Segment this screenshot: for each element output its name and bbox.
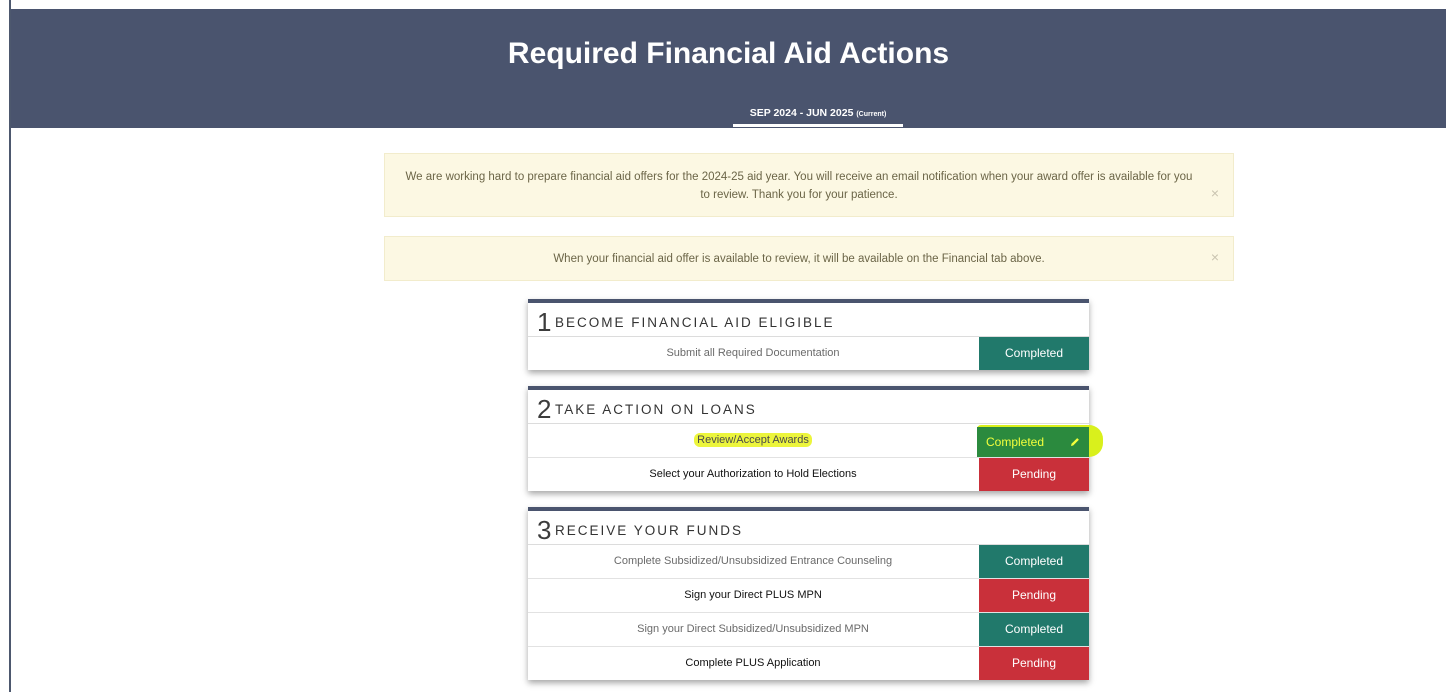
tab-aid-year-suffix: (Current) [856,111,887,118]
status-badge-completed[interactable]: Completed [977,427,1089,457]
status-highlight: Completed [977,425,1103,457]
alert-offers-preparing: We are working hard to prepare financial… [384,153,1234,217]
status-badge-pending[interactable]: Pending [979,647,1089,680]
action-row: Complete Subsidized/Unsubsidized Entranc… [528,545,1089,579]
action-row: Complete PLUS Application Pending [528,647,1089,680]
tab-aid-year-label: SEP 2024 - JUN 2025 [749,107,854,119]
action-label[interactable]: Review/Accept Awards [528,424,978,457]
alert-financial-tab: When your financial aid offer is availab… [384,236,1234,281]
section-title: RECEIVE YOUR FUNDS [555,523,744,538]
status-badge-completed[interactable]: Completed [979,613,1089,646]
action-label[interactable]: Complete Subsidized/Unsubsidized Entranc… [528,545,978,578]
section-header: 3 RECEIVE YOUR FUNDS [528,511,1089,545]
action-label[interactable]: Complete PLUS Application [528,647,978,680]
window-left-border [0,0,11,692]
section-number: 1 [537,307,552,337]
tab-aid-year[interactable]: SEP 2024 - JUN 2025 (Current) [733,108,903,127]
alert-message: We are working hard to prepare financial… [405,171,1193,201]
action-row: Sign your Direct Subsidized/Unsubsidized… [528,613,1089,647]
action-row: Sign your Direct PLUS MPN Pending [528,579,1089,613]
section-header: 2 TAKE ACTION ON LOANS [528,390,1089,424]
page-title: Required Financial Aid Actions [507,37,950,70]
section-number: 2 [537,394,552,424]
pencil-icon[interactable] [1069,436,1081,448]
section-take-action-loans: 2 TAKE ACTION ON LOANS Review/Accept Awa… [528,386,1103,491]
section-title: TAKE ACTION ON LOANS [555,402,757,417]
review-accept-awards-link[interactable]: Review/Accept Awards [694,433,812,447]
action-label[interactable]: Select your Authorization to Hold Electi… [528,458,978,491]
status-badge-pending[interactable]: Pending [979,579,1089,612]
alert-message: When your financial aid offer is availab… [553,253,1045,265]
action-label[interactable]: Submit all Required Documentation [528,337,978,370]
action-label[interactable]: Sign your Direct Subsidized/Unsubsidized… [528,613,978,646]
action-row: Review/Accept Awards Completed [528,424,1103,458]
window-top-border [0,0,1446,9]
section-become-eligible: 1 BECOME FINANCIAL AID ELIGIBLE Submit a… [528,299,1089,370]
action-label[interactable]: Sign your Direct PLUS MPN [528,579,978,612]
status-label: Completed [986,435,1045,449]
status-badge-pending[interactable]: Pending [979,458,1089,491]
section-title: BECOME FINANCIAL AID ELIGIBLE [555,315,835,330]
action-row: Select your Authorization to Hold Electi… [528,458,1089,491]
section-number: 3 [537,515,552,545]
status-badge-completed[interactable]: Completed [979,337,1089,370]
action-row: Submit all Required Documentation Comple… [528,337,1089,370]
page-header: Required Financial Aid Actions SEP 2024 … [11,9,1446,128]
section-header: 1 BECOME FINANCIAL AID ELIGIBLE [528,303,1089,337]
status-badge-completed[interactable]: Completed [979,545,1089,578]
close-icon[interactable]: × [1211,248,1219,266]
close-icon[interactable]: × [1211,184,1219,202]
section-receive-funds: 3 RECEIVE YOUR FUNDS Complete Subsidized… [528,507,1089,680]
